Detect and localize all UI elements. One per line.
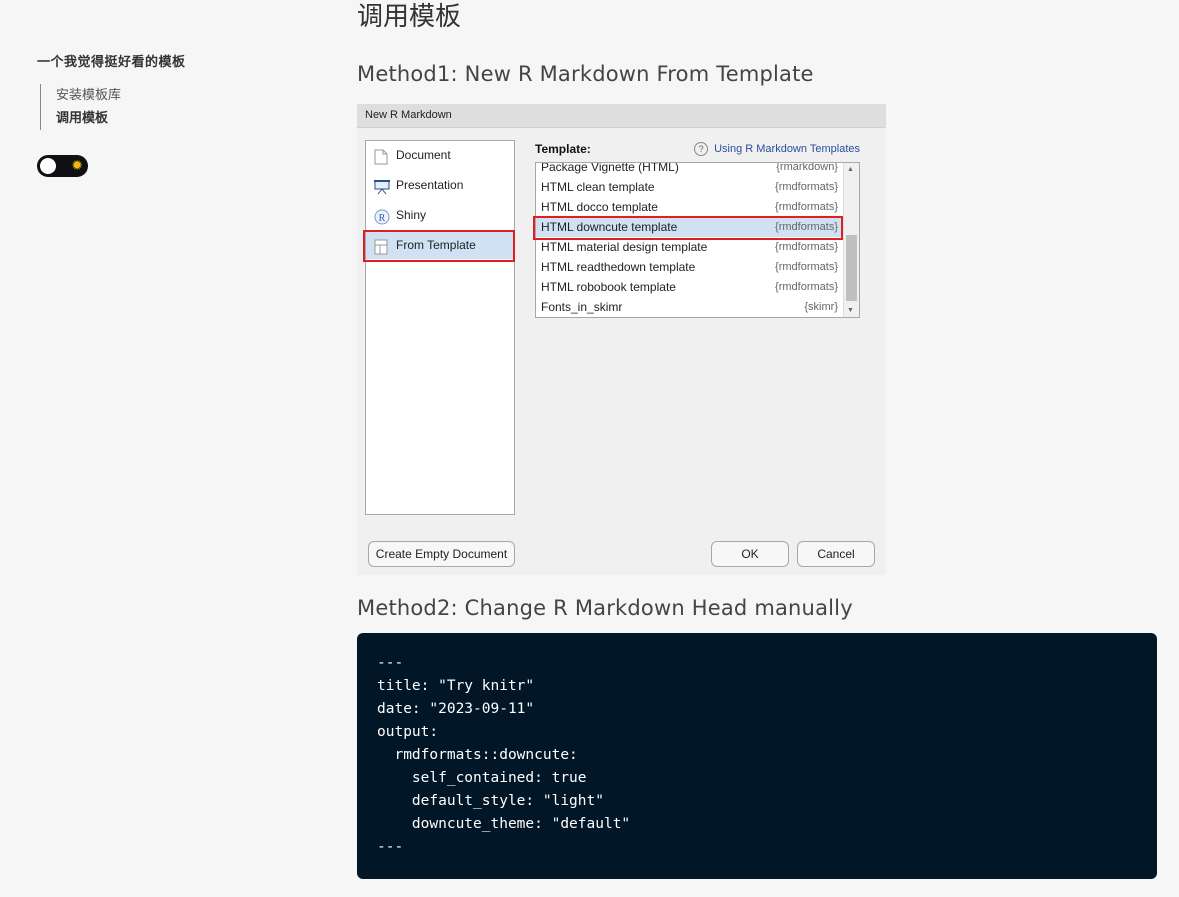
template-name: HTML material design template <box>541 240 708 254</box>
code-line: self_contained: true <box>377 770 587 786</box>
cancel-button[interactable]: Cancel <box>797 541 875 567</box>
code-line: title: "Try knitr" <box>377 678 535 694</box>
toggle-knob <box>40 158 56 174</box>
code-block[interactable]: --- title: "Try knitr" date: "2023-09-11… <box>357 633 1157 879</box>
scroll-thumb[interactable] <box>846 235 857 301</box>
template-row[interactable]: HTML readthedown template {rmdformats} <box>536 257 842 277</box>
template-row[interactable]: HTML clean template {rmdformats} <box>536 177 842 197</box>
new-r-markdown-dialog: New R Markdown Document Presentation R S… <box>357 104 886 575</box>
template-row[interactable]: HTML robobook template {rmdformats} <box>536 277 842 297</box>
template-name: HTML clean template <box>541 180 655 194</box>
document-icon <box>374 147 388 165</box>
toc-item-install[interactable]: 安装模板库 <box>56 84 287 107</box>
code-line: date: "2023-09-11" <box>377 701 535 717</box>
template-name: HTML robobook template <box>541 280 676 294</box>
toc-title[interactable]: 一个我觉得挺好看的模板 <box>37 51 287 70</box>
document-type-list: Document Presentation R Shiny From Templ… <box>365 140 515 515</box>
help-link-text: Using R Markdown Templates <box>714 143 860 155</box>
yaml-header-code: --- title: "Try knitr" date: "2023-09-11… <box>377 652 630 859</box>
template-package: {rmdformats} <box>775 281 838 293</box>
template-package: {rmdformats} <box>775 241 838 253</box>
ok-button[interactable]: OK <box>711 541 789 567</box>
toc-subsections: 安装模板库 调用模板 <box>40 84 287 130</box>
table-of-contents: 一个我觉得挺好看的模板 安装模板库 调用模板 <box>37 51 287 130</box>
doc-type-label: Shiny <box>396 208 427 222</box>
doc-type-label: Document <box>396 148 451 162</box>
template-name: HTML docco template <box>541 200 658 214</box>
template-list-scrollbar[interactable]: ▲ ▼ <box>843 163 859 317</box>
template-package: {rmarkdown} <box>776 162 838 173</box>
dialog-title: New R Markdown <box>357 104 886 128</box>
sun-icon: ✹ <box>71 158 83 174</box>
template-name: HTML readthedown template <box>541 260 696 274</box>
scroll-up-icon[interactable]: ▲ <box>847 166 854 173</box>
doc-type-presentation[interactable]: Presentation <box>366 171 514 199</box>
presentation-icon <box>374 177 390 195</box>
code-line: downcute_theme: "default" <box>377 816 631 832</box>
method1-heading: Method1: New R Markdown From Template <box>357 62 814 86</box>
template-package: {rmdformats} <box>775 181 838 193</box>
theme-toggle[interactable]: ✹ <box>37 155 88 177</box>
svg-text:R: R <box>379 213 386 224</box>
template-row[interactable]: HTML docco template {rmdformats} <box>536 197 842 217</box>
template-row[interactable]: Fonts_in_skimr {skimr} <box>536 297 842 317</box>
help-link[interactable]: ? Using R Markdown Templates <box>694 142 860 156</box>
template-row[interactable]: HTML material design template {rmdformat… <box>536 237 842 257</box>
template-label: Template: <box>535 142 591 156</box>
code-line: rmdformats::downcute: <box>377 747 578 763</box>
code-line: --- <box>377 655 404 671</box>
code-line: output: <box>377 724 439 740</box>
template-name: Package Vignette (HTML) <box>541 162 679 174</box>
template-list: Package Vignette (HTML) {rmarkdown} HTML… <box>535 162 860 318</box>
doc-type-label: Presentation <box>396 178 464 192</box>
create-empty-document-button[interactable]: Create Empty Document <box>368 541 515 567</box>
code-line: --- <box>377 839 404 855</box>
code-line: default_style: "light" <box>377 793 604 809</box>
doc-type-document[interactable]: Document <box>366 141 514 169</box>
toc-item-use-template[interactable]: 调用模板 <box>56 107 287 130</box>
method2-heading: Method2: Change R Markdown Head manually <box>357 596 853 620</box>
template-package: {rmdformats} <box>775 201 838 213</box>
page-title: 调用模板 <box>357 2 462 32</box>
template-row[interactable]: Package Vignette (HTML) {rmarkdown} <box>536 162 842 177</box>
template-package: {rmdformats} <box>775 261 838 273</box>
template-package: {skimr} <box>804 301 838 313</box>
highlight-box-downcute <box>533 216 843 240</box>
shiny-r-icon: R <box>374 207 390 225</box>
scroll-down-icon[interactable]: ▼ <box>847 307 854 314</box>
help-icon: ? <box>694 142 709 156</box>
highlight-box-from-template <box>363 230 515 262</box>
doc-type-shiny[interactable]: R Shiny <box>366 201 514 229</box>
template-name: Fonts_in_skimr <box>541 300 623 314</box>
